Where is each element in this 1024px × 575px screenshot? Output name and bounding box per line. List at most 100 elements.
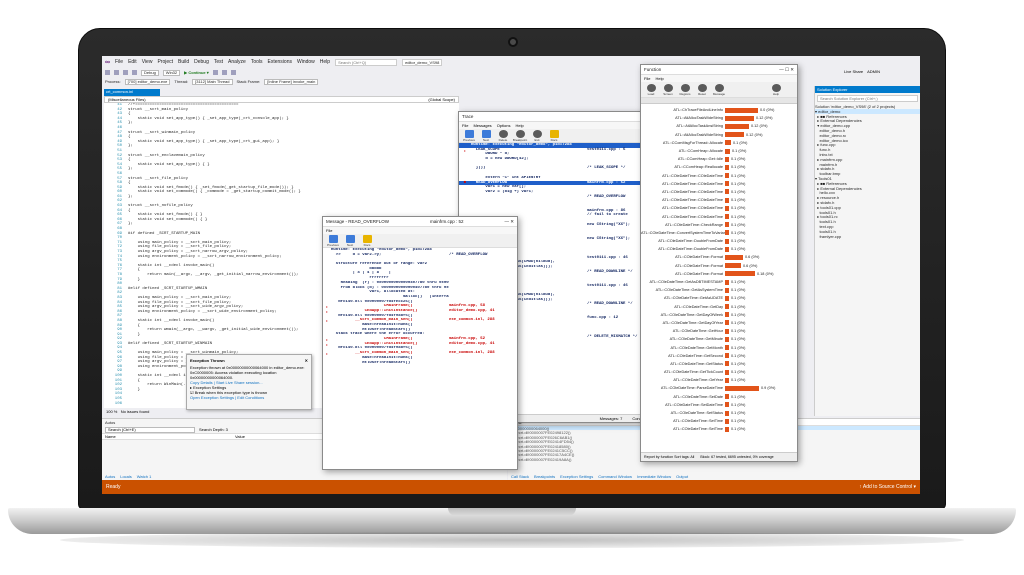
function-row[interactable]: ATL::ChTraceFileAndLineInfo 0.0 (0%) (641, 106, 797, 114)
function-row[interactable]: ATL::COleDateTime::GetDay 0.1 (0%) (641, 303, 797, 311)
function-row[interactable]: ATL::COleDateTime::GetStatus 0.1 (0%) (641, 360, 797, 368)
function-row[interactable]: ATL::COleDateTime::DoubleFromDate 0.1 (0%… (641, 245, 797, 253)
solution-tree-item[interactable]: framlyer.cpp (815, 234, 920, 239)
docs-button[interactable]: Docs (547, 129, 561, 142)
function-row[interactable]: ATL::COleDateTime::GetMonth 0.1 (0%) (641, 343, 797, 351)
function-row[interactable]: ATL::CComMsgForThread::Allocate 0.1 (0%) (641, 139, 797, 147)
function-row[interactable]: ATL::COleDateTime::GetSecond 0.1 (0%) (641, 352, 797, 360)
liveshare-button[interactable]: Live Share (844, 69, 863, 74)
function-row[interactable]: ATL::AtlAllocTaskWideString 0.12 (0%) (641, 131, 797, 139)
platform-select[interactable]: Win32 (162, 69, 181, 76)
menu-item-edit[interactable]: Edit (128, 59, 137, 65)
menu-item-build[interactable]: Build (178, 59, 189, 65)
func-menu-help[interactable]: Help (655, 76, 663, 81)
function-row[interactable]: ATL::COleDateTime::CheckRange 0.1 (0%) (641, 221, 797, 229)
nav-scope-select[interactable]: (Global Scope) (428, 97, 455, 102)
close-icon[interactable]: ✕ (305, 358, 308, 363)
menu-item-view[interactable]: View (142, 59, 153, 65)
thread-select[interactable]: [3112] Main Thread (192, 78, 233, 85)
previous-button[interactable]: Previous (462, 129, 476, 142)
reset-button[interactable]: Reset (695, 83, 709, 96)
function-row[interactable]: ATL::COleDateTime::SetStatus 0.1 (0%) (641, 409, 797, 417)
function-row[interactable]: ATL::CComHeap::Reallocate 0.1 (0%) (641, 163, 797, 171)
func-menu-file[interactable]: File (644, 76, 650, 81)
trace-menu-help[interactable]: Help (515, 123, 523, 128)
function-row[interactable]: ATL::COleDateTime::GetMinute 0.1 (0%) (641, 335, 797, 343)
message-row[interactable]: RtlUserThreadStart() (323, 361, 517, 366)
function-row[interactable]: ATL::CComHeap::Get::Idle 0.1 (0%) (641, 155, 797, 163)
function-row[interactable]: ATL::COleDateTime::COleDateTime 0.1 (0%) (641, 212, 797, 220)
menu-item-debug[interactable]: Debug (194, 59, 209, 65)
function-row[interactable]: ATL::COleDateTime::GetYear 0.1 (0%) (641, 376, 797, 384)
nav-project-select[interactable]: (Miscellaneous Files) (108, 97, 146, 102)
undo-icon[interactable] (132, 70, 137, 75)
restart-icon[interactable] (230, 70, 236, 75)
window-controls-icon[interactable]: — ☐ ✕ (779, 67, 794, 73)
exception-settings-links[interactable]: Open Exception Settings | Edit Condition… (190, 395, 308, 400)
function-row[interactable]: ATL::COleDateTime::GetHour 0.1 (0%) (641, 327, 797, 335)
function-row[interactable]: ATL::COleDateTime::ParseDateTime 0.9 (0%) (641, 384, 797, 392)
function-row[interactable]: ATL::CComHeap::Allocate 0.1 (0%) (641, 147, 797, 155)
function-row[interactable]: ATL::COleDateTime::Format 0.6 (0%) (641, 262, 797, 270)
delete-button[interactable]: Delete (496, 129, 510, 142)
function-row[interactable]: ATL::AtlAllocTaskWideString 0.12 (0%) (641, 114, 797, 122)
function-row[interactable]: ATL::COleDateTime::GetAsSystemTime 0.1 (0… (641, 286, 797, 294)
stop-icon[interactable] (221, 70, 227, 75)
function-row[interactable]: ATL::COleDateTime::COleDateTime 0.1 (0%) (641, 172, 797, 180)
menu-item-file[interactable]: File (115, 59, 123, 65)
search-input[interactable]: Search (Ctrl+Q) (335, 58, 398, 66)
function-row[interactable]: ATL::COleDateTime::Format 0.18 (0%) (641, 270, 797, 278)
process-select[interactable]: [700] editor_demo.exe (124, 78, 171, 85)
function-row[interactable]: ATL::COleDateTime::GetAsUDATE 0.1 (0%) (641, 294, 797, 302)
next-button[interactable]: Next (343, 234, 357, 247)
autos-search-input[interactable]: Search (Ctrl+E) (105, 426, 195, 433)
menu-item-extensions[interactable]: Extensions (268, 59, 292, 65)
function-row[interactable]: ATL::COleDateTime::GetDayOfWeek 0.1 (0%) (641, 311, 797, 319)
function-row[interactable]: ATL::AtlAllocTaskAnsiString 0.12 (0%) (641, 122, 797, 130)
menu-item-analyze[interactable]: Analyze (228, 59, 246, 65)
function-row[interactable]: ATL::COleDateTime::SetDate 0.1 (0%) (641, 393, 797, 401)
function-row[interactable]: ATL::COleDateTime::GetTickCount 0.1 (0%) (641, 368, 797, 376)
function-row[interactable]: ATL::COleDateTime::SetTime 0.1 (0%) (641, 425, 797, 433)
source-control-button[interactable]: ↑ Add to Source Control ▾ (859, 484, 916, 490)
message-button[interactable]: Message (712, 83, 726, 96)
solution-search-input[interactable]: Search Solution Explorer (Ctrl+;) (817, 95, 918, 102)
menu-item-window[interactable]: Window (297, 59, 315, 65)
trace-menu-options[interactable]: Options (497, 123, 511, 128)
function-row[interactable]: ATL::COleDateTime::ConvertSystemTimeToVa… (641, 229, 797, 237)
zoom-level[interactable]: 100 % (106, 409, 117, 414)
function-row[interactable]: ATL::COleDateTime::GetDayOfYear 0.1 (0%) (641, 319, 797, 327)
previous-button[interactable]: Previous (326, 234, 340, 247)
menu-item-test[interactable]: Test (214, 59, 223, 65)
load-button[interactable]: Load (644, 83, 658, 96)
continue-button[interactable]: ▶ Continue ▾ (184, 70, 209, 75)
menu-item-help[interactable]: Help (320, 59, 330, 65)
function-row[interactable]: ATL::COleDateTime::COleDateTime 0.1 (0%) (641, 204, 797, 212)
menu-item-project[interactable]: Project (157, 59, 173, 65)
function-row[interactable]: ATL::COleDateTime::COleDateTime 0.1 (0%) (641, 188, 797, 196)
forward-icon[interactable] (114, 70, 119, 75)
pause-icon[interactable] (212, 70, 218, 75)
stack-frame-select[interactable]: [Inline Frame] invoke_main (264, 78, 319, 85)
message-list[interactable]: Runtime: Executing "editor_demo", pid=72… (323, 248, 517, 469)
screen-button[interactable]: Screen (661, 83, 675, 96)
message-menu-file[interactable]: File (326, 228, 332, 233)
function-row[interactable]: ATL::COleDateTime::GetAsDBTIMESTAMP 0.1 (… (641, 278, 797, 286)
function-list[interactable]: ATL::ChTraceFileAndLineInfo 0.0 (0%) ATL::… (641, 106, 797, 450)
save-icon[interactable] (123, 70, 128, 75)
function-row[interactable]: ATL::COleDateTime::SetTime 0.1 (0%) (641, 417, 797, 425)
function-row[interactable]: ATL::COleDateTime::SetDateTime 0.1 (0%) (641, 401, 797, 409)
function-row[interactable]: ATL::COleDateTime::COleDateTime 0.1 (0%) (641, 180, 797, 188)
search-depth-select[interactable]: Search Depth: 3 (199, 427, 228, 432)
back-icon[interactable] (105, 70, 110, 75)
window-controls-icon[interactable]: — ✕ (504, 219, 514, 225)
function-row[interactable]: ATL::COleDateTime::COleDateTime 0.1 (0%) (641, 196, 797, 204)
trace-menu-file[interactable]: File (462, 123, 468, 128)
menu-item-tools[interactable]: Tools (251, 59, 263, 65)
next-button[interactable]: Next (479, 129, 493, 142)
trace-menu-messages[interactable]: Messages (473, 123, 491, 128)
docs-button[interactable]: Docs (360, 234, 374, 247)
regions-button[interactable]: Regions (678, 83, 692, 96)
breakpoint-button[interactable]: Breakpoint (513, 129, 527, 142)
function-row[interactable]: ATL::COleDateTime::DoubleFromDate 0.1 (0%… (641, 237, 797, 245)
